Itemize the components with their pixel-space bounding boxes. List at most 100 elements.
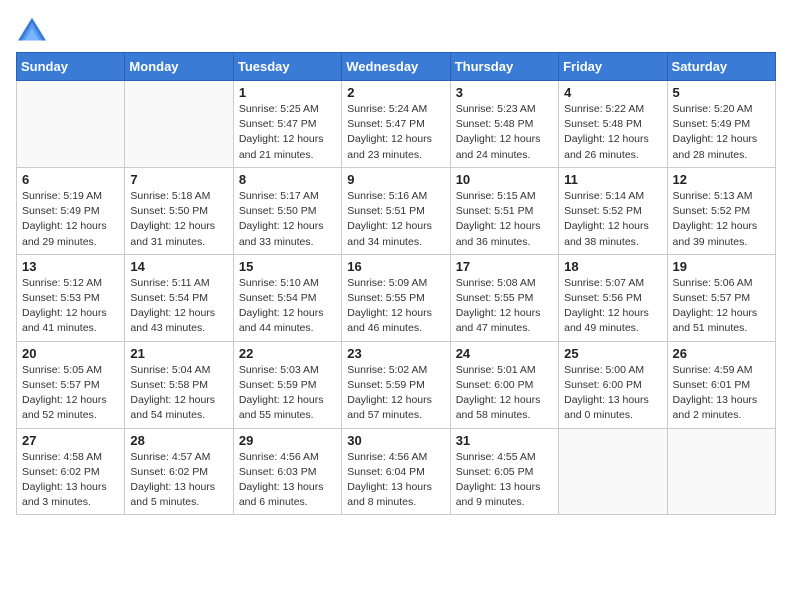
logo — [16, 16, 52, 44]
day-number: 6 — [22, 172, 119, 187]
day-cell: 20 Sunrise: 5:05 AMSunset: 5:57 PMDayligh… — [17, 341, 125, 428]
day-cell: 19Sunrise: 5:06 AMSunset: 5:57 PMDayligh… — [667, 254, 775, 341]
day-cell: 23 Sunrise: 5:02 AMSunset: 5:59 PMDayligh… — [342, 341, 450, 428]
day-number: 7 — [130, 172, 227, 187]
day-cell — [667, 428, 775, 515]
day-cell: 26 Sunrise: 4:59 AMSunset: 6:01 PMDayligh… — [667, 341, 775, 428]
day-info: Sunrise: 5:19 AMSunset: 5:49 PMDaylight:… — [22, 189, 119, 250]
day-info: Sunrise: 5:24 AMSunset: 5:47 PMDaylight:… — [347, 102, 444, 163]
week-row-4: 20 Sunrise: 5:05 AMSunset: 5:57 PMDayligh… — [17, 341, 776, 428]
day-header-tuesday: Tuesday — [233, 53, 341, 81]
day-cell: 30 Sunrise: 4:56 AMSunset: 6:04 PMDayligh… — [342, 428, 450, 515]
day-cell: 12 Sunrise: 5:13 AMSunset: 5:52 PMDayligh… — [667, 167, 775, 254]
day-cell: 28 Sunrise: 4:57 AMSunset: 6:02 PMDayligh… — [125, 428, 233, 515]
day-info: Sunrise: 5:01 AMSunset: 6:00 PMDaylight:… — [456, 363, 553, 424]
day-number: 20 — [22, 346, 119, 361]
day-cell: 22Sunrise: 5:03 AMSunset: 5:59 PMDayligh… — [233, 341, 341, 428]
day-cell: 1 Sunrise: 5:25 AMSunset: 5:47 PMDaylight… — [233, 81, 341, 168]
logo-icon — [16, 16, 48, 44]
day-number: 30 — [347, 433, 444, 448]
day-cell: 16Sunrise: 5:09 AMSunset: 5:55 PMDayligh… — [342, 254, 450, 341]
day-number: 1 — [239, 85, 336, 100]
day-info: Sunrise: 5:18 AMSunset: 5:50 PMDaylight:… — [130, 189, 227, 250]
day-info: Sunrise: 5:25 AMSunset: 5:47 PMDaylight:… — [239, 102, 336, 163]
day-cell: 4Sunrise: 5:22 AMSunset: 5:48 PMDaylight… — [559, 81, 667, 168]
day-number: 3 — [456, 85, 553, 100]
day-cell: 7 Sunrise: 5:18 AMSunset: 5:50 PMDaylight… — [125, 167, 233, 254]
day-cell: 13 Sunrise: 5:12 AMSunset: 5:53 PMDayligh… — [17, 254, 125, 341]
week-row-3: 13 Sunrise: 5:12 AMSunset: 5:53 PMDayligh… — [17, 254, 776, 341]
day-number: 27 — [22, 433, 119, 448]
day-header-saturday: Saturday — [667, 53, 775, 81]
day-info: Sunrise: 5:16 AMSunset: 5:51 PMDaylight:… — [347, 189, 444, 250]
day-number: 15 — [239, 259, 336, 274]
day-number: 18 — [564, 259, 661, 274]
day-info: Sunrise: 5:20 AMSunset: 5:49 PMDaylight:… — [673, 102, 770, 163]
day-header-monday: Monday — [125, 53, 233, 81]
day-number: 12 — [673, 172, 770, 187]
day-number: 23 — [347, 346, 444, 361]
day-cell: 2 Sunrise: 5:24 AMSunset: 5:47 PMDaylight… — [342, 81, 450, 168]
day-cell: 18 Sunrise: 5:07 AMSunset: 5:56 PMDayligh… — [559, 254, 667, 341]
day-info: Sunrise: 5:00 AMSunset: 6:00 PMDaylight:… — [564, 363, 661, 424]
day-cell: 29 Sunrise: 4:56 AMSunset: 6:03 PMDayligh… — [233, 428, 341, 515]
day-info: Sunrise: 4:57 AMSunset: 6:02 PMDaylight:… — [130, 450, 227, 511]
day-cell: 5 Sunrise: 5:20 AMSunset: 5:49 PMDaylight… — [667, 81, 775, 168]
day-number: 2 — [347, 85, 444, 100]
day-info: Sunrise: 5:05 AMSunset: 5:57 PMDaylight:… — [22, 363, 119, 424]
day-cell — [559, 428, 667, 515]
week-row-2: 6 Sunrise: 5:19 AMSunset: 5:49 PMDaylight… — [17, 167, 776, 254]
day-number: 22 — [239, 346, 336, 361]
day-number: 21 — [130, 346, 227, 361]
day-number: 4 — [564, 85, 661, 100]
days-header-row: SundayMondayTuesdayWednesdayThursdayFrid… — [17, 53, 776, 81]
day-info: Sunrise: 5:12 AMSunset: 5:53 PMDaylight:… — [22, 276, 119, 337]
day-cell: 10 Sunrise: 5:15 AMSunset: 5:51 PMDayligh… — [450, 167, 558, 254]
day-info: Sunrise: 4:58 AMSunset: 6:02 PMDaylight:… — [22, 450, 119, 511]
day-number: 29 — [239, 433, 336, 448]
header — [16, 16, 776, 44]
day-cell: 11 Sunrise: 5:14 AMSunset: 5:52 PMDayligh… — [559, 167, 667, 254]
day-info: Sunrise: 5:17 AMSunset: 5:50 PMDaylight:… — [239, 189, 336, 250]
day-number: 11 — [564, 172, 661, 187]
day-info: Sunrise: 4:56 AMSunset: 6:04 PMDaylight:… — [347, 450, 444, 511]
day-number: 10 — [456, 172, 553, 187]
day-cell: 27 Sunrise: 4:58 AMSunset: 6:02 PMDayligh… — [17, 428, 125, 515]
day-number: 8 — [239, 172, 336, 187]
day-number: 31 — [456, 433, 553, 448]
day-number: 25 — [564, 346, 661, 361]
day-info: Sunrise: 5:13 AMSunset: 5:52 PMDaylight:… — [673, 189, 770, 250]
day-header-friday: Friday — [559, 53, 667, 81]
day-number: 13 — [22, 259, 119, 274]
week-row-1: 1 Sunrise: 5:25 AMSunset: 5:47 PMDaylight… — [17, 81, 776, 168]
day-info: Sunrise: 5:23 AMSunset: 5:48 PMDaylight:… — [456, 102, 553, 163]
day-number: 26 — [673, 346, 770, 361]
day-number: 14 — [130, 259, 227, 274]
day-number: 17 — [456, 259, 553, 274]
day-number: 9 — [347, 172, 444, 187]
day-header-sunday: Sunday — [17, 53, 125, 81]
day-cell: 24 Sunrise: 5:01 AMSunset: 6:00 PMDayligh… — [450, 341, 558, 428]
day-info: Sunrise: 5:11 AMSunset: 5:54 PMDaylight:… — [130, 276, 227, 337]
day-info: Sunrise: 4:55 AMSunset: 6:05 PMDaylight:… — [456, 450, 553, 511]
day-cell: 9 Sunrise: 5:16 AMSunset: 5:51 PMDaylight… — [342, 167, 450, 254]
day-cell: 17Sunrise: 5:08 AMSunset: 5:55 PMDayligh… — [450, 254, 558, 341]
day-number: 24 — [456, 346, 553, 361]
day-header-thursday: Thursday — [450, 53, 558, 81]
day-info: Sunrise: 5:07 AMSunset: 5:56 PMDaylight:… — [564, 276, 661, 337]
day-cell: 31 Sunrise: 4:55 AMSunset: 6:05 PMDayligh… — [450, 428, 558, 515]
day-info: Sunrise: 5:06 AMSunset: 5:57 PMDaylight:… — [673, 276, 770, 337]
day-info: Sunrise: 5:15 AMSunset: 5:51 PMDaylight:… — [456, 189, 553, 250]
day-info: Sunrise: 4:59 AMSunset: 6:01 PMDaylight:… — [673, 363, 770, 424]
calendar: SundayMondayTuesdayWednesdayThursdayFrid… — [16, 52, 776, 515]
day-info: Sunrise: 5:04 AMSunset: 5:58 PMDaylight:… — [130, 363, 227, 424]
day-info: Sunrise: 5:14 AMSunset: 5:52 PMDaylight:… — [564, 189, 661, 250]
day-cell: 8 Sunrise: 5:17 AMSunset: 5:50 PMDaylight… — [233, 167, 341, 254]
day-cell: 3 Sunrise: 5:23 AMSunset: 5:48 PMDaylight… — [450, 81, 558, 168]
day-info: Sunrise: 5:09 AMSunset: 5:55 PMDaylight:… — [347, 276, 444, 337]
day-number: 28 — [130, 433, 227, 448]
day-info: Sunrise: 5:10 AMSunset: 5:54 PMDaylight:… — [239, 276, 336, 337]
day-info: Sunrise: 5:02 AMSunset: 5:59 PMDaylight:… — [347, 363, 444, 424]
day-info: Sunrise: 4:56 AMSunset: 6:03 PMDaylight:… — [239, 450, 336, 511]
day-number: 5 — [673, 85, 770, 100]
